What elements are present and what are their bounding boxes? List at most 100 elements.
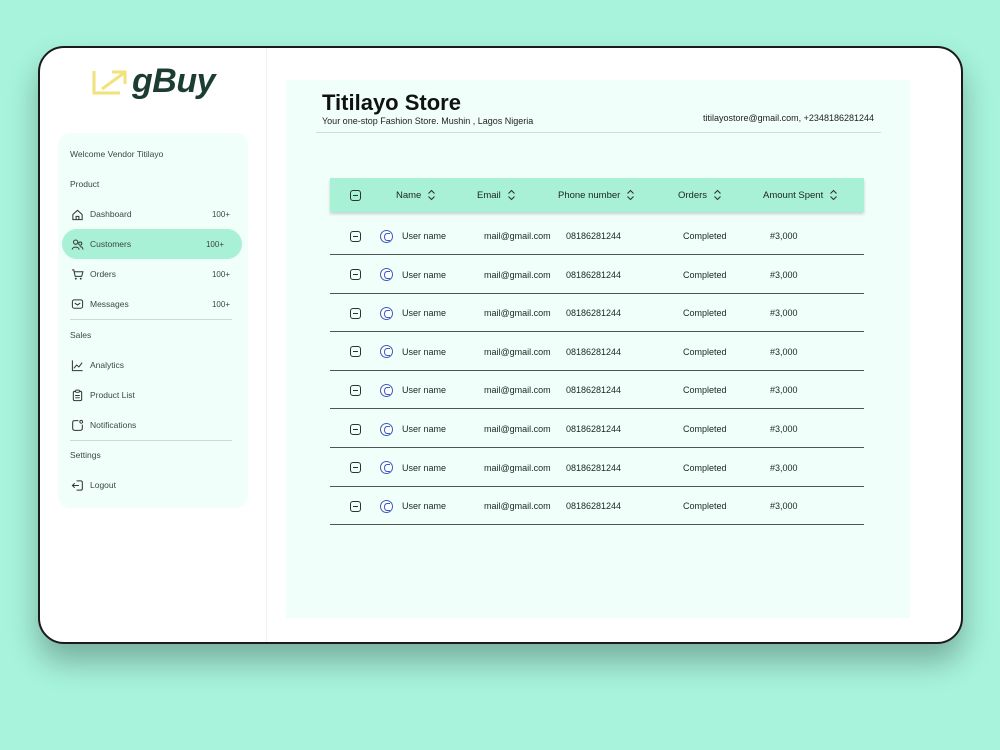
customer-name: User name	[402, 269, 447, 280]
count-badge: 100+	[211, 209, 230, 219]
sidebar-item-analytics[interactable]: Analytics	[58, 350, 248, 380]
customer-name: User name	[402, 346, 447, 357]
avatar	[380, 371, 393, 409]
avatar	[380, 256, 393, 294]
sidebar-item-logout[interactable]: Logout	[58, 470, 248, 500]
page-title: Titilayo Store	[322, 90, 461, 115]
customer-email[interactable]: mail@gmail.com	[484, 217, 551, 255]
customer-email[interactable]: mail@gmail.com	[484, 256, 551, 294]
amount-spent: #3,000	[770, 231, 798, 241]
column-amount[interactable]: Amount Spent	[763, 178, 838, 212]
row-checkbox[interactable]	[350, 333, 361, 371]
sidebar: Welcome Vendor Titilayo Product Dashboar…	[58, 133, 248, 508]
sidebar-item-orders[interactable]: Orders 100+	[58, 259, 248, 289]
clipboard-icon	[70, 388, 84, 402]
order-status: Completed	[683, 231, 727, 241]
customer-name: User name	[402, 385, 447, 396]
count-badge: 100+	[205, 239, 224, 249]
column-name[interactable]: Name	[396, 178, 436, 212]
analytics-icon	[70, 358, 84, 372]
customer-email[interactable]: mail@gmail.com	[484, 371, 551, 409]
sidebar-item-product-list[interactable]: Product List	[58, 380, 248, 410]
customer-name: User name	[402, 308, 447, 319]
table-row[interactable]: User name mail@gmail.com 08186281244 Comple…	[330, 217, 864, 255]
column-orders[interactable]: Orders	[678, 178, 722, 212]
column-label: Email	[477, 189, 501, 201]
order-status: Completed	[683, 269, 727, 280]
sort-icon	[830, 189, 838, 201]
row-checkbox[interactable]	[350, 487, 361, 525]
table-row[interactable]: User name mail@gmail.com 08186281244 Comple…	[330, 410, 864, 448]
sidebar-divider	[266, 48, 267, 642]
sidebar-item-label: Analytics	[90, 360, 125, 370]
customer-email[interactable]: mail@gmail.com	[484, 449, 551, 487]
customer-name: User name	[402, 231, 447, 241]
section-sales: Sales	[70, 330, 92, 340]
customer-phone: 08186281244	[566, 501, 622, 512]
column-label: Orders	[678, 189, 708, 201]
logo[interactable]: gBuy	[90, 62, 216, 101]
avatar	[380, 487, 393, 525]
row-checkbox[interactable]	[350, 217, 361, 255]
logo-arrow-icon	[90, 67, 130, 97]
table-row[interactable]: User name mail@gmail.com 08186281244 Comple…	[330, 371, 864, 410]
amount-spent: #3,000	[770, 424, 798, 434]
amount-spent: #3,000	[770, 462, 798, 473]
row-checkbox[interactable]	[350, 410, 361, 448]
customer-email[interactable]: mail@gmail.com	[484, 410, 551, 448]
store-tagline: Your one-stop Fashion Store. Mushin , La…	[322, 116, 534, 126]
table-row[interactable]: User name mail@gmail.com 08186281244 Comple…	[330, 333, 864, 371]
sort-icon	[507, 189, 515, 201]
column-email[interactable]: Email	[477, 178, 516, 212]
customer-email[interactable]: mail@gmail.com	[484, 487, 551, 525]
sidebar-item-label: Logout	[90, 480, 116, 490]
sidebar-item-dashboard[interactable]: Dashboard 100+	[58, 199, 248, 229]
sidebar-item-customers[interactable]: Customers 100+	[62, 229, 242, 259]
column-phone[interactable]: Phone number	[558, 178, 635, 212]
cart-icon	[70, 267, 84, 281]
count-badge: 100+	[211, 269, 230, 279]
row-checkbox[interactable]	[350, 294, 361, 332]
row-checkbox[interactable]	[350, 449, 361, 487]
amount-spent: #3,000	[770, 385, 798, 396]
customer-phone: 08186281244	[566, 462, 622, 473]
select-all-checkbox[interactable]	[350, 178, 361, 212]
avatar	[380, 294, 393, 332]
sort-icon	[428, 189, 436, 201]
sidebar-item-messages[interactable]: Messages 100+	[58, 289, 248, 319]
customer-name: User name	[402, 462, 447, 473]
sidebar-item-notifications[interactable]: Notifications	[58, 410, 248, 440]
table-row[interactable]: User name mail@gmail.com 08186281244 Comple…	[330, 294, 864, 333]
table-row[interactable]: User name mail@gmail.com 08186281244 Comple…	[330, 487, 864, 526]
sort-icon	[627, 189, 635, 201]
customer-email[interactable]: mail@gmail.com	[484, 294, 551, 332]
users-icon	[70, 237, 84, 251]
customer-phone: 08186281244	[566, 269, 622, 280]
customer-name: User name	[402, 501, 447, 512]
avatar	[380, 217, 393, 255]
customer-email[interactable]: mail@gmail.com	[484, 333, 551, 371]
order-status: Completed	[683, 424, 727, 434]
column-label: Name	[396, 189, 422, 201]
amount-spent: #3,000	[770, 346, 798, 357]
sidebar-item-label: Product List	[90, 390, 135, 400]
sidebar-item-label: Orders	[90, 269, 116, 279]
home-icon	[70, 207, 84, 221]
sidebar-item-label: Customers	[90, 239, 132, 249]
order-status: Completed	[683, 385, 727, 396]
message-icon	[70, 297, 84, 311]
amount-spent: #3,000	[770, 308, 798, 319]
row-checkbox[interactable]	[350, 256, 361, 294]
section-settings: Settings	[70, 450, 101, 460]
table-row[interactable]: User name mail@gmail.com 08186281244 Comple…	[330, 256, 864, 294]
customer-phone: 08186281244	[566, 308, 622, 319]
table-header: Name Email Phone number Orders Amount Sp…	[330, 178, 864, 212]
avatar	[380, 333, 393, 371]
column-label: Phone number	[558, 189, 621, 201]
table-row[interactable]: User name mail@gmail.com 08186281244 Comple…	[330, 449, 864, 487]
column-label: Amount Spent	[763, 189, 824, 201]
customer-name: User name	[402, 424, 447, 434]
customer-phone: 08186281244	[566, 231, 622, 241]
sidebar-item-label: Dashboard	[90, 209, 132, 219]
row-checkbox[interactable]	[350, 371, 361, 409]
